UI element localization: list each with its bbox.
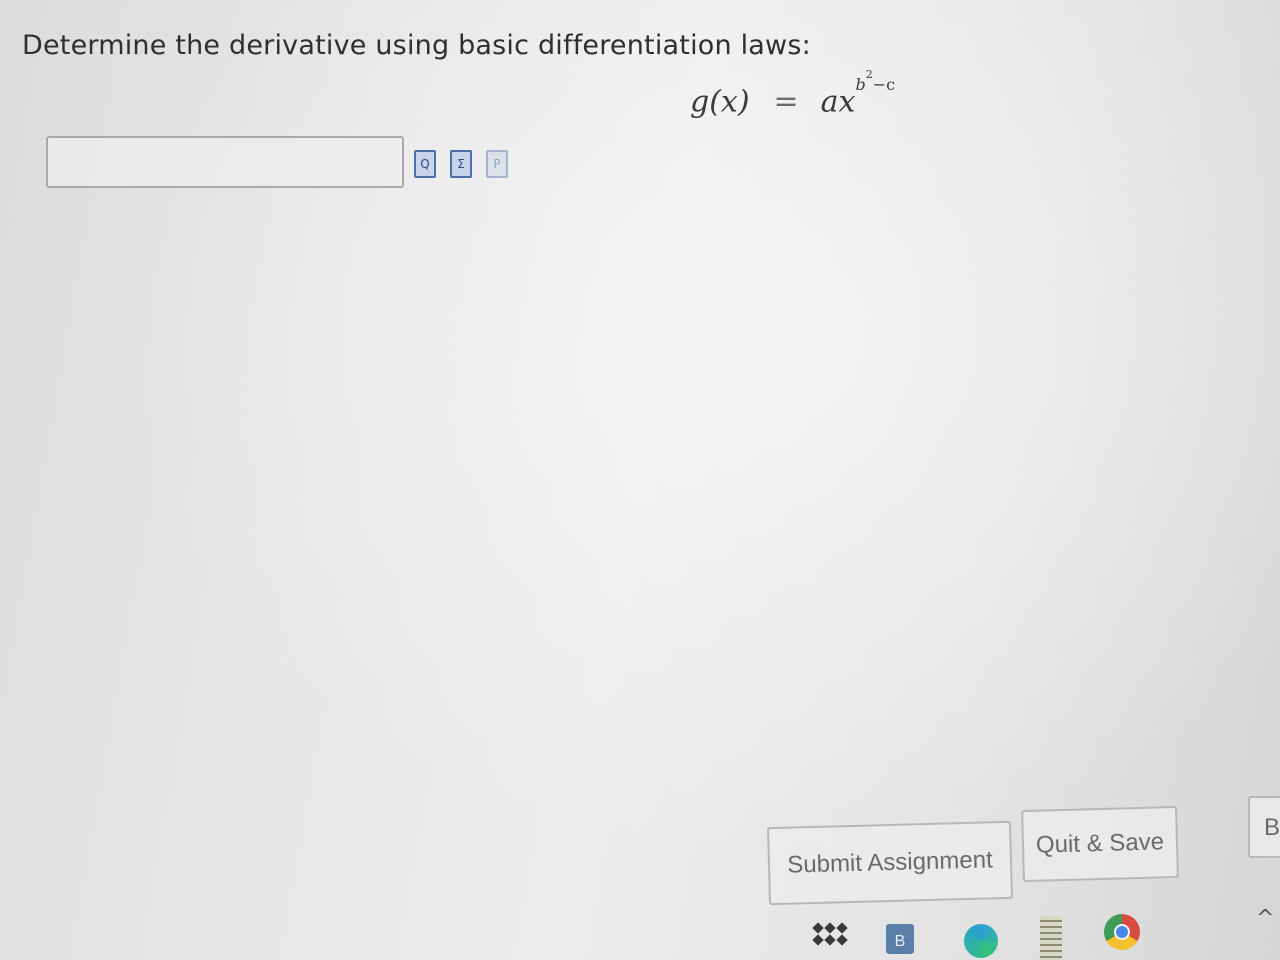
page-icon[interactable]: P <box>486 150 508 178</box>
taskbar: B ^ <box>760 906 1280 960</box>
formula-exponent-tail: −c <box>872 75 896 95</box>
b-app-icon[interactable]: B <box>886 924 914 954</box>
edge-browser-icon[interactable] <box>964 924 998 958</box>
function-formula: g(x) = axb2−c <box>690 68 895 120</box>
question-prompt: Determine the derivative using basic dif… <box>22 30 811 61</box>
chevron-up-icon[interactable]: ^ <box>1256 906 1274 931</box>
formula-exponent: b2−c <box>855 68 896 95</box>
quit-and-save-button[interactable]: Quit & Save <box>1021 805 1179 883</box>
formula-equals: = <box>773 84 799 120</box>
formula-lhs: g(x) <box>690 84 750 120</box>
formula-exponent-base: b <box>855 75 866 95</box>
dots-app-icon[interactable] <box>812 922 848 950</box>
edge-button[interactable]: B <box>1248 796 1280 858</box>
notes-app-icon[interactable] <box>1040 916 1062 960</box>
preview-icon[interactable]: Q <box>414 150 436 178</box>
equation-editor-icon[interactable]: Σ <box>450 150 472 178</box>
answer-input[interactable] <box>46 136 404 188</box>
formula-rhs-base: ax <box>820 84 856 120</box>
formula-exponent-power: 2 <box>865 68 873 81</box>
submit-assignment-button[interactable]: Submit Assignment <box>767 820 1013 906</box>
chrome-icon[interactable] <box>1104 914 1140 950</box>
